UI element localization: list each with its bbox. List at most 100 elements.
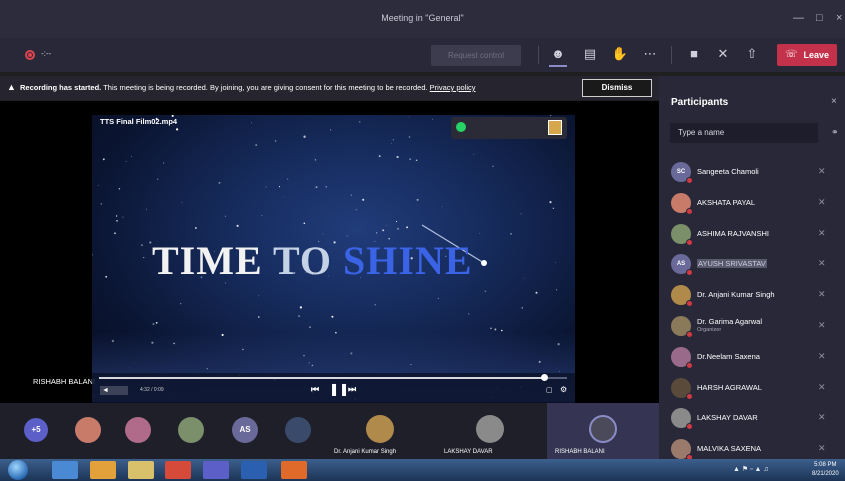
system-tray-icons[interactable]: ▲ ⚑ ▫ ▲ ♫ bbox=[733, 465, 769, 473]
toolbar-divider bbox=[538, 46, 539, 64]
mic-muted-icon[interactable]: ✕ bbox=[818, 228, 826, 239]
star bbox=[396, 155, 399, 159]
video-progress-bar[interactable] bbox=[99, 374, 567, 381]
more-actions-icon[interactable]: ⋯ bbox=[640, 46, 660, 62]
close-panel-icon[interactable]: × bbox=[831, 96, 837, 107]
request-control-button[interactable]: Request control bbox=[431, 45, 521, 66]
star bbox=[408, 136, 411, 138]
participant-avatar bbox=[671, 223, 693, 246]
share-invite-icon[interactable]: ⚭ bbox=[831, 127, 839, 138]
gallery-avatar[interactable] bbox=[75, 417, 101, 443]
maximize-icon[interactable]: □ bbox=[816, 12, 823, 24]
video-tile-active-speaker[interactable]: RISHABH BALANI bbox=[547, 403, 659, 459]
gallery-avatar[interactable] bbox=[285, 417, 311, 443]
mic-muted-icon[interactable]: ✕ bbox=[818, 351, 826, 362]
participants-title: Participants bbox=[671, 97, 729, 108]
mic-muted-icon[interactable]: ✕ bbox=[818, 197, 826, 208]
star bbox=[331, 315, 334, 318]
video-progress-fill bbox=[99, 377, 544, 379]
star bbox=[510, 233, 512, 235]
overflow-count-button[interactable]: +5 bbox=[24, 418, 48, 442]
previous-icon[interactable]: ⏮ bbox=[311, 384, 319, 395]
participant-row[interactable]: Dr. Anjani Kumar Singh ✕ bbox=[659, 279, 845, 310]
mic-muted-icon[interactable]: ✕ bbox=[818, 412, 826, 423]
video-progress-knob[interactable] bbox=[541, 374, 548, 381]
internet-explorer-icon[interactable] bbox=[52, 461, 78, 479]
volume-icon[interactable]: ◄ bbox=[100, 386, 128, 395]
teams-icon[interactable] bbox=[203, 461, 229, 479]
close-window-icon[interactable]: × bbox=[836, 12, 842, 24]
star bbox=[156, 178, 159, 181]
taskbar-clock[interactable]: 5:08 PM 8/21/2020 bbox=[812, 461, 839, 479]
star bbox=[265, 186, 267, 188]
star bbox=[194, 227, 197, 229]
participant-row[interactable]: ASHIMA RAJVANSHI ✕ bbox=[659, 218, 845, 249]
star bbox=[359, 121, 361, 123]
video-tile[interactable]: Dr. Anjani Kumar Singh bbox=[326, 403, 434, 459]
window-title: Meeting in "General" bbox=[381, 13, 464, 23]
settings-icon[interactable]: ⚙ bbox=[560, 385, 567, 394]
status-badge bbox=[686, 177, 693, 184]
participant-row[interactable]: Dr. Garima Agarwal Organizer ✕ bbox=[659, 310, 845, 341]
camera-off-icon[interactable]: ■ bbox=[684, 46, 704, 61]
mic-off-icon[interactable]: ✕ bbox=[713, 46, 733, 62]
participant-row[interactable]: Dr.Neelam Saxena ✕ bbox=[659, 341, 845, 372]
participant-row[interactable]: HARSH AGRAWAL ✕ bbox=[659, 372, 845, 403]
star bbox=[521, 307, 523, 309]
mic-muted-icon[interactable]: ✕ bbox=[818, 320, 826, 331]
next-icon[interactable]: ⏭ bbox=[348, 384, 356, 395]
star bbox=[392, 139, 395, 141]
mic-muted-icon[interactable]: ✕ bbox=[818, 443, 826, 454]
chip-thumbnail bbox=[548, 120, 562, 135]
gallery-avatar[interactable] bbox=[125, 417, 151, 443]
raise-hand-icon[interactable]: ✋ bbox=[610, 46, 630, 62]
star bbox=[468, 313, 470, 315]
firefox-icon[interactable] bbox=[281, 461, 307, 479]
shooting-star-head bbox=[481, 260, 487, 266]
leave-button[interactable]: ☏ Leave bbox=[777, 44, 837, 66]
star bbox=[298, 315, 301, 318]
participant-row[interactable]: AKSHATA PAYAL ✕ bbox=[659, 187, 845, 218]
participant-name: AYUSH SRIVASTAV bbox=[697, 259, 767, 269]
video-file-name: TTS Final Film02.mp4 bbox=[100, 117, 178, 126]
participant-row[interactable]: AS AYUSH SRIVASTAV ✕ bbox=[659, 248, 845, 279]
chat-icon[interactable]: ▤ bbox=[580, 46, 600, 62]
fullscreen-icon[interactable]: ▢ bbox=[546, 386, 553, 394]
minimize-icon[interactable]: — bbox=[793, 12, 804, 24]
mic-muted-icon[interactable]: ✕ bbox=[818, 258, 826, 269]
video-tile[interactable]: LAKSHAY DAVAR bbox=[436, 403, 544, 459]
star bbox=[309, 326, 311, 328]
star bbox=[152, 323, 155, 326]
participant-row[interactable]: LAKSHAY DAVAR ✕ bbox=[659, 402, 845, 433]
file-explorer-icon[interactable] bbox=[128, 461, 154, 479]
participant-avatar bbox=[671, 315, 693, 338]
privacy-policy-link[interactable]: Privacy policy bbox=[430, 83, 476, 92]
word-icon[interactable] bbox=[241, 461, 267, 479]
title-word-2: TO bbox=[272, 238, 333, 283]
star bbox=[140, 244, 143, 247]
star bbox=[278, 186, 281, 188]
participant-search-input[interactable]: Type a name bbox=[670, 123, 818, 143]
share-screen-icon[interactable]: ⇧ bbox=[742, 46, 762, 62]
start-button-icon[interactable] bbox=[8, 460, 28, 480]
gallery-avatar-initials[interactable]: AS bbox=[232, 417, 258, 443]
participant-row[interactable]: SC Sangeeta Chamoli ✕ bbox=[659, 156, 845, 187]
star bbox=[315, 186, 318, 189]
participants-icon[interactable]: ☻ bbox=[548, 46, 568, 61]
media-player-icon[interactable] bbox=[90, 461, 116, 479]
star bbox=[274, 140, 277, 142]
gallery-avatar[interactable] bbox=[178, 417, 204, 443]
dismiss-button[interactable]: Dismiss bbox=[582, 79, 652, 97]
status-badge bbox=[686, 207, 693, 215]
status-badge bbox=[686, 423, 693, 431]
star bbox=[105, 275, 108, 278]
tile-avatar bbox=[366, 415, 394, 443]
chrome-icon[interactable] bbox=[165, 461, 191, 479]
pause-icon[interactable]: ❚❚ bbox=[329, 382, 349, 396]
mic-muted-icon[interactable]: ✕ bbox=[818, 166, 826, 177]
clock-time: 5:08 PM bbox=[814, 462, 837, 468]
mic-muted-icon[interactable]: ✕ bbox=[818, 289, 826, 300]
mic-muted-icon[interactable]: ✕ bbox=[818, 382, 826, 393]
tile-avatar bbox=[589, 415, 617, 443]
star bbox=[406, 226, 409, 229]
